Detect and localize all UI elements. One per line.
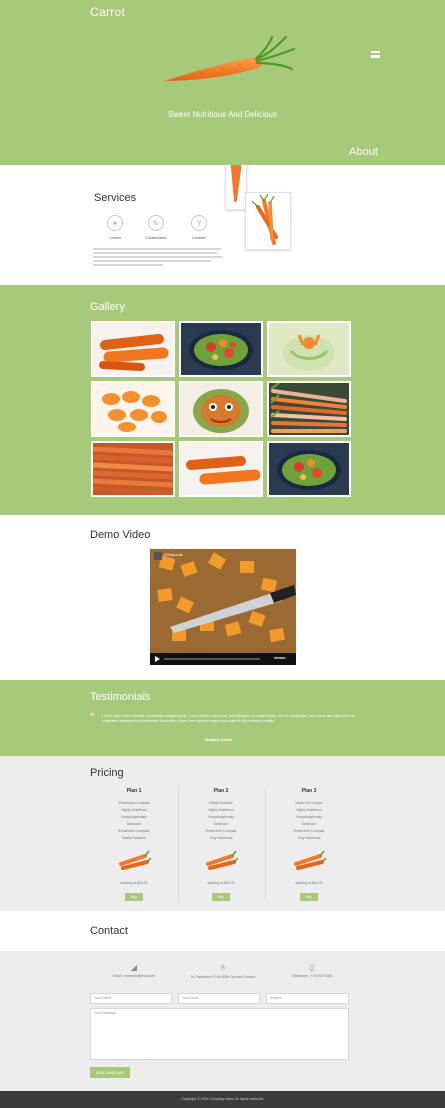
carrot-icon <box>119 850 152 870</box>
services-text-block <box>93 248 223 268</box>
page: Carrot Sweet Nutritious And Delicious Ab… <box>0 0 445 1108</box>
plan-feature: Delicious <box>126 822 142 826</box>
plan-buy-button[interactable]: Buy <box>211 893 231 901</box>
plan-feature: Unapologetically <box>208 815 234 819</box>
hero-section: Carrot Sweet Nutritious And Delicious Ab… <box>0 0 445 165</box>
testimonials-section: Testimonials “ Lorem ipsum dolor sit ame… <box>0 680 445 756</box>
email-field[interactable]: Your Email <box>178 993 260 1004</box>
glass-icon: Y <box>191 215 207 231</box>
plan-price: starting at $40.00 <box>295 881 323 885</box>
quote-icon: “ <box>90 709 95 725</box>
pricing-section: Pricing Plan 1 Email And Compact Highly … <box>0 756 445 911</box>
plan-name: Plan 3 <box>301 788 317 794</box>
plan-name: Plan 1 <box>126 788 142 794</box>
about-title: About <box>349 146 378 158</box>
plan-feature: Delicious <box>213 822 229 826</box>
contact-phone-info: ▯ Telephone : +00 000 0000 <box>272 963 352 978</box>
plan-price: starting at $20.00 <box>120 881 148 885</box>
about-photo-bottom <box>245 192 291 250</box>
video-channel-name: W3layouts <box>164 552 183 557</box>
footer-copyright: Copyright © 2016 Company name All rights… <box>181 1097 264 1101</box>
service-item-laoreet: Y Laoreet <box>174 215 224 240</box>
plan-feature: Email And Compact <box>205 829 237 833</box>
video-player[interactable]: W3layouts vimeo <box>150 549 296 665</box>
plan-feature: Highly Nutritious <box>208 808 234 812</box>
brand-logo[interactable]: Carrot <box>90 5 125 19</box>
pencil-icon: ✎ <box>148 215 164 231</box>
plan-feature: Delicious <box>301 822 317 826</box>
contact-info-text: Telephone : +00 000 0000 <box>291 974 333 978</box>
megaphone-icon: ◢ <box>130 963 138 972</box>
plan-feature: Easily Scalable <box>122 836 146 840</box>
service-label: Laoreet <box>192 235 206 240</box>
plan-buy-button[interactable]: Buy <box>124 893 144 901</box>
hamburger-icon[interactable] <box>371 51 380 58</box>
plan-feature: Highly Nutritious <box>296 808 322 812</box>
plan-feature: Unapologetically <box>121 815 147 819</box>
services-section: Services ✦ Lorem ✎ Consectetur Y Laoreet <box>0 165 445 285</box>
gallery-image[interactable] <box>91 441 175 497</box>
subject-field[interactable]: Subject <box>266 993 349 1004</box>
video-title: Demo Video <box>90 529 151 541</box>
gallery-image[interactable] <box>91 321 175 377</box>
plan-feature: Email And Compact <box>118 801 150 805</box>
contact-title: Contact <box>90 925 128 937</box>
plan-price: starting at $30.00 <box>207 881 235 885</box>
message-field[interactable]: Your Message <box>90 1008 349 1060</box>
plan-feature: Email And Compact <box>118 829 150 833</box>
name-field[interactable]: Your Name <box>90 993 172 1004</box>
gallery-image[interactable] <box>179 441 263 497</box>
plan-feature: Very Nutritious <box>297 836 321 840</box>
contact-header: Contact <box>0 911 445 951</box>
plan-feature: Very Nutritious <box>209 836 233 840</box>
plan-feature: Unapologetically <box>296 815 322 819</box>
plan-card-2: Plan 2 Easily Scalable Highly Nutritious… <box>171 788 271 903</box>
gallery-image[interactable] <box>179 381 263 437</box>
plan-name: Plan 2 <box>213 788 229 794</box>
compass-icon: ✦ <box>107 215 123 231</box>
location-pin-icon: ⌾ <box>220 963 226 972</box>
contact-info-text: AL Parkstreet 70 Av 80th Orchard London <box>190 975 256 979</box>
footer: Copyright © 2016 Company name All rights… <box>0 1091 445 1108</box>
testimonial-quote: Lorem ipsum dolor sit amet, consectetur … <box>102 714 355 723</box>
contact-address-info: ⌾ AL Parkstreet 70 Av 80th Orchard Londo… <box>173 963 273 979</box>
plan-feature: Email And Compact <box>293 829 325 833</box>
carrot-illustration <box>164 35 296 81</box>
gallery-image[interactable] <box>267 321 351 377</box>
testimonials-title: Testimonials <box>90 691 151 703</box>
testimonial-author: Bradley Smith <box>205 737 232 742</box>
contact-info-text: Email : example@mail.com <box>112 974 156 978</box>
hero-tagline: Sweet Nutritious And Delicious <box>168 110 277 119</box>
phone-icon: ▯ <box>309 963 315 972</box>
send-message-button[interactable]: SEND MESSAGE <box>90 1067 130 1078</box>
gallery-image[interactable] <box>91 381 175 437</box>
plan-feature: Easily Scalable <box>209 801 233 805</box>
gallery-image[interactable] <box>267 441 351 497</box>
gallery-section: Gallery <box>0 285 445 515</box>
services-title: Services <box>94 192 137 204</box>
plan-buy-button[interactable]: Buy <box>299 893 319 901</box>
plan-card-3: Plan 3 Ideas For Groups Highly Nutritiou… <box>259 788 359 903</box>
gallery-image[interactable] <box>179 321 263 377</box>
video-section: Demo Video W3layouts vimeo <box>0 515 445 680</box>
channel-avatar <box>154 552 162 560</box>
plan-feature: Ideas For Groups <box>295 801 323 805</box>
carrot-icon <box>294 850 327 870</box>
gallery-title: Gallery <box>90 301 125 313</box>
gallery-image[interactable] <box>267 381 351 437</box>
plan-feature: Highly Nutritious <box>121 808 147 812</box>
contact-email-info: ◢ Email : example@mail.com <box>94 963 174 978</box>
about-photo-top <box>225 165 247 210</box>
plan-card-1: Plan 1 Email And Compact Highly Nutritio… <box>84 788 184 903</box>
pricing-title: Pricing <box>90 767 124 779</box>
carrot-icon <box>206 850 239 870</box>
vimeo-logo-icon[interactable]: vimeo <box>274 655 286 660</box>
contact-section: ◢ Email : example@mail.com ⌾ AL Parkstre… <box>0 951 445 1091</box>
